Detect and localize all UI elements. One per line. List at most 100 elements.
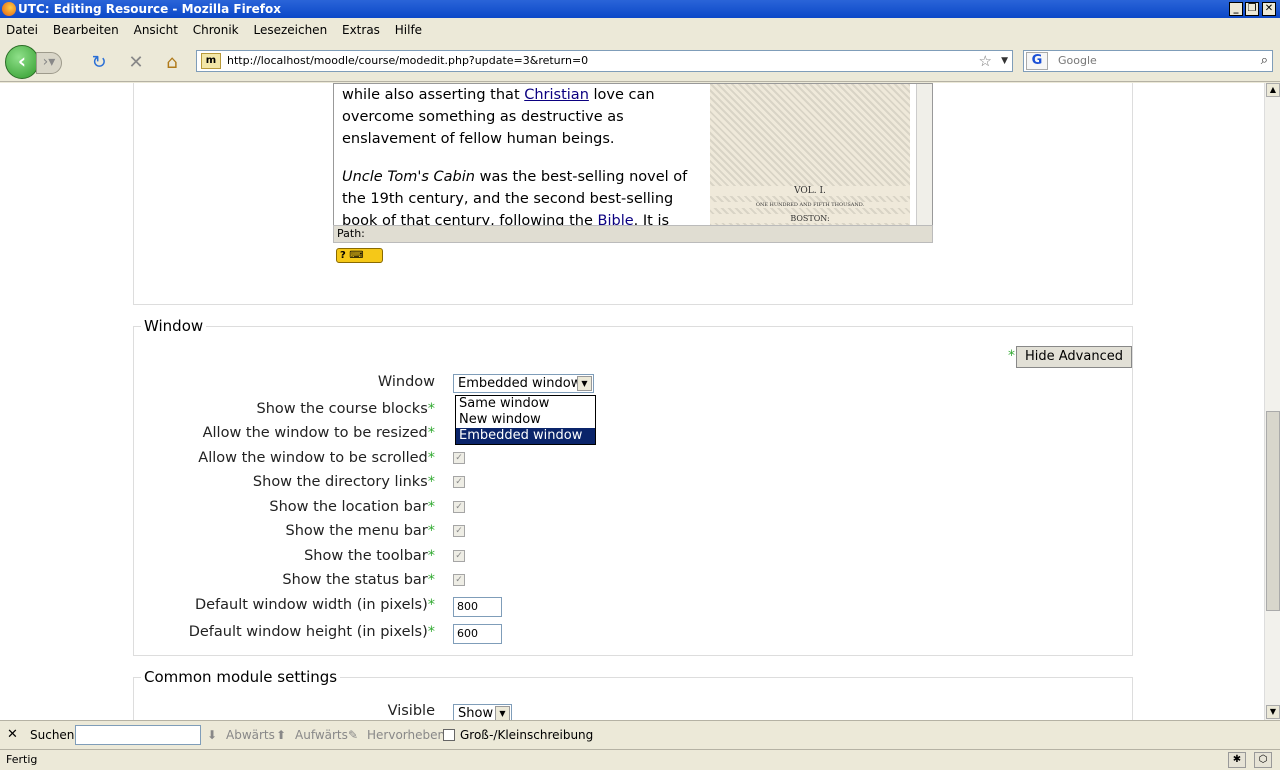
path-label: Path:	[337, 227, 365, 240]
directory-checkbox[interactable]: ✓	[453, 476, 465, 488]
menu-datei[interactable]: Datei	[0, 20, 43, 37]
toolbar-label: Show the toolbar*	[304, 548, 435, 564]
firefox-icon	[2, 2, 16, 16]
arrow-left-icon: ‹	[17, 49, 27, 73]
option-embedded-window[interactable]: Embedded window	[456, 428, 595, 444]
label-text: Default window height (in pixels)	[188, 624, 428, 640]
search-engine-icon[interactable]: G	[1026, 52, 1048, 70]
statusbar-checkbox[interactable]: ✓	[453, 574, 465, 586]
required-mark: *	[427, 450, 435, 466]
resizable-label: Allow the window to be resized*	[203, 425, 435, 441]
menu-ansicht[interactable]: Ansicht	[128, 20, 183, 37]
menu-lesezeichen[interactable]: Lesezeichen	[247, 20, 332, 37]
window-label: Window	[378, 374, 435, 390]
bookmark-star-icon[interactable]: ☆	[979, 51, 992, 71]
chevron-down-icon[interactable]: ▼	[577, 376, 592, 391]
url-bar[interactable]: m http://localhost/moodle/course/modedit…	[196, 50, 1013, 72]
label-text: Show the toolbar	[304, 548, 428, 564]
hide-advanced-button[interactable]: Hide Advanced	[1016, 346, 1132, 368]
menu-extras[interactable]: Extras	[336, 20, 385, 37]
minimize-button[interactable]: _	[1229, 2, 1243, 16]
home-button[interactable]: ⌂	[161, 52, 183, 74]
required-mark: *	[427, 474, 435, 490]
page-scrollbar[interactable]: ▲ ▼	[1264, 83, 1280, 720]
find-next-button[interactable]: Abwärts	[226, 728, 275, 742]
common-settings-legend: Common module settings	[141, 668, 341, 686]
option-same-window[interactable]: Same window	[456, 396, 595, 412]
window-select[interactable]: Embedded window ▼	[453, 374, 594, 393]
label-text: Show the status bar	[282, 572, 428, 588]
scrollable-checkbox[interactable]: ✓	[453, 452, 465, 464]
editor-text[interactable]: while also asserting that Christian love…	[342, 84, 710, 242]
window-width-input[interactable]: 800	[453, 597, 502, 617]
required-mark: *	[427, 597, 435, 613]
forward-button[interactable]: ›▾	[36, 52, 62, 74]
label-text: Allow the window to be resized	[202, 425, 428, 441]
select-value: Embedded window	[458, 376, 582, 391]
match-case-checkbox[interactable]	[443, 729, 455, 741]
editor-help-icon[interactable]: ? ⌨	[336, 248, 383, 263]
required-mark: *	[427, 548, 435, 564]
url-dropdown-icon[interactable]: ▼	[1001, 51, 1008, 71]
security-icon[interactable]: ⬡	[1254, 752, 1272, 768]
menu-hilfe[interactable]: Hilfe	[389, 20, 427, 37]
menu-chronik[interactable]: Chronik	[187, 20, 244, 37]
reload-icon: ↻	[91, 52, 107, 73]
stop-button[interactable]: ✕	[125, 52, 147, 74]
statusbar-label: Show the status bar*	[282, 572, 435, 588]
required-mark: *	[427, 572, 435, 588]
addon-icon[interactable]: ✱	[1228, 752, 1246, 768]
status-text: Fertig	[6, 753, 38, 766]
arrow-up-icon[interactable]: ⬆	[276, 728, 286, 742]
match-case-label[interactable]: Groß-/Kleinschreibung	[460, 728, 593, 742]
status-bar: Fertig ✱ ⬡	[0, 749, 1280, 770]
find-previous-button[interactable]: Aufwärts	[295, 728, 348, 742]
search-icon[interactable]: ⌕	[1261, 51, 1268, 71]
page-content: while also asserting that Christian love…	[0, 83, 1264, 720]
required-mark: *	[427, 425, 435, 441]
menu-bar: Datei Bearbeiten Ansicht Chronik Lesezei…	[0, 20, 1280, 42]
window-height-input[interactable]: 600	[453, 624, 502, 644]
scrollable-label: Allow the window to be scrolled*	[198, 450, 435, 466]
search-input[interactable]: Google	[1058, 54, 1097, 67]
home-icon: ⌂	[166, 52, 178, 73]
html-editor[interactable]: while also asserting that Christian love…	[333, 83, 933, 243]
scrollbar-thumb[interactable]	[1266, 411, 1280, 611]
site-favicon-icon: m	[201, 53, 221, 69]
label-text: Show the course blocks	[256, 401, 428, 417]
label-text: Window	[377, 374, 435, 390]
close-window-button[interactable]: ✕	[1262, 2, 1276, 16]
search-bar[interactable]: G Google ⌕	[1023, 50, 1273, 72]
chevron-down-icon[interactable]: ▼	[495, 706, 510, 720]
option-new-window[interactable]: New window	[456, 412, 595, 428]
required-mark: *	[427, 523, 435, 539]
highlight-button[interactable]: Hervorheben	[367, 728, 445, 742]
directory-label: Show the directory links*	[253, 474, 435, 490]
scroll-up-icon[interactable]: ▲	[1266, 83, 1280, 97]
image-caption: VOL. I.	[710, 186, 910, 196]
window-dropdown-list: Same window New window Embedded window	[455, 395, 596, 445]
christian-link[interactable]: Christian	[524, 87, 589, 103]
window-title: UTC: Editing Resource - Mozilla Firefox	[18, 2, 281, 16]
menu-bearbeiten[interactable]: Bearbeiten	[47, 20, 124, 37]
reload-button[interactable]: ↻	[88, 52, 110, 74]
back-button[interactable]: ‹	[5, 45, 39, 79]
scroll-down-icon[interactable]: ▼	[1266, 705, 1280, 719]
editor-scrollbar[interactable]: ▼	[916, 84, 932, 242]
highlight-icon[interactable]: ✎	[348, 728, 358, 742]
find-input[interactable]	[75, 725, 201, 745]
stop-icon: ✕	[128, 52, 144, 73]
image-caption: BOSTON:	[710, 214, 910, 223]
menubar-checkbox[interactable]: ✓	[453, 525, 465, 537]
arrow-down-icon[interactable]: ⬇	[207, 728, 217, 742]
height-label: Default window height (in pixels)*	[189, 624, 435, 640]
visible-select[interactable]: Show ▼	[453, 704, 512, 720]
required-mark: *	[1008, 348, 1015, 364]
location-checkbox[interactable]: ✓	[453, 501, 465, 513]
close-findbar-icon[interactable]: ✕	[7, 727, 18, 742]
toolbar-checkbox[interactable]: ✓	[453, 550, 465, 562]
label-text: Visible	[387, 703, 435, 719]
required-mark: *	[427, 624, 435, 640]
maximize-button[interactable]: ❐	[1245, 2, 1259, 16]
window-legend: Window	[141, 317, 207, 335]
